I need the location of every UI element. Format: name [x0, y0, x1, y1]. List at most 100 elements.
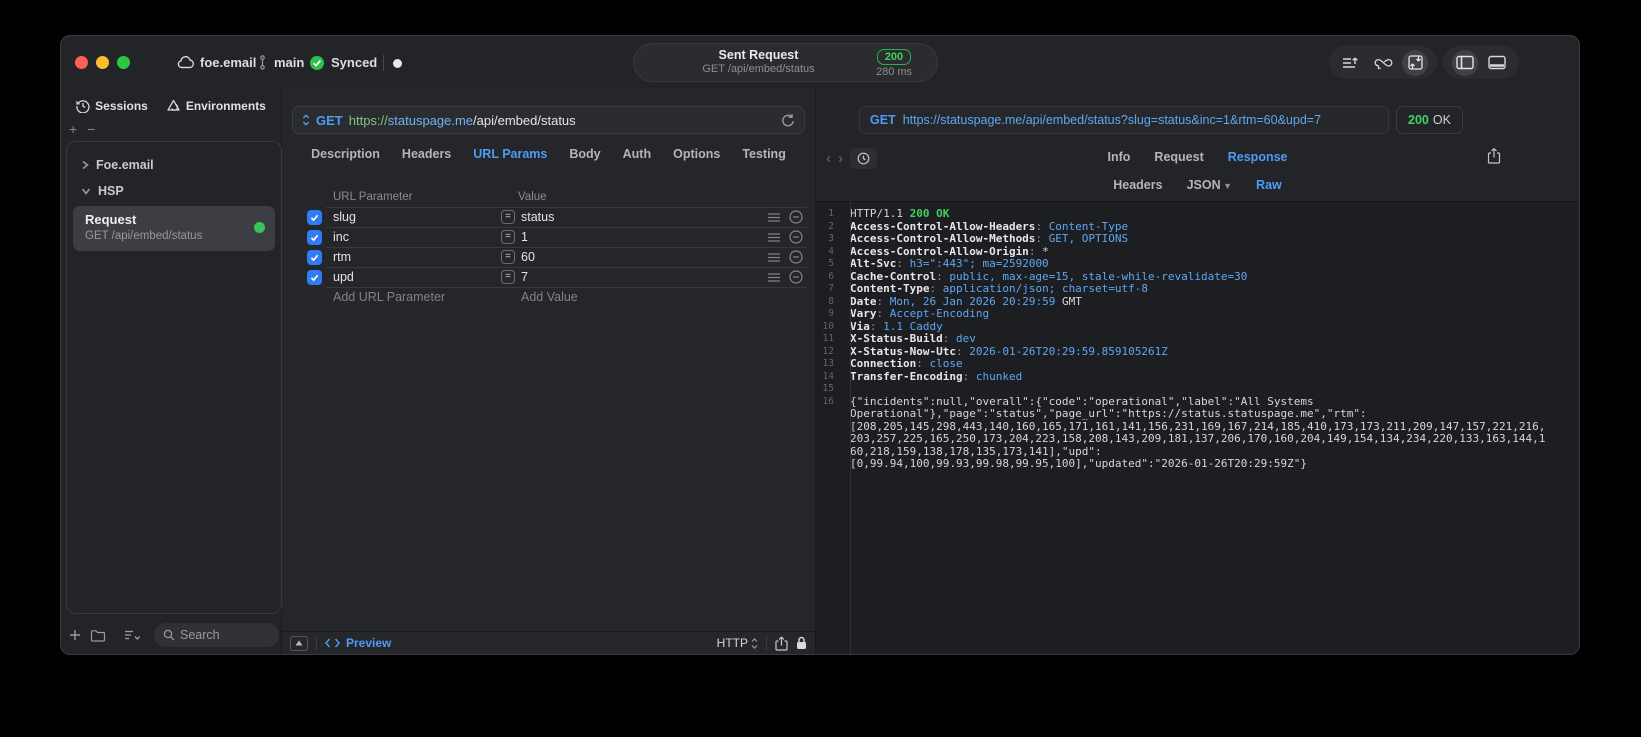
sync-loop-button[interactable]: [1370, 50, 1396, 76]
request-duration: 280 ms: [875, 66, 913, 78]
request-tab-testing[interactable]: Testing: [742, 147, 786, 161]
response-subtab-json[interactable]: JSON ▼: [1187, 178, 1232, 192]
line-number: 12: [822, 345, 834, 357]
line-number: 9: [828, 308, 834, 319]
reorder-lines-icon[interactable]: [768, 212, 780, 222]
add-request-button[interactable]: [69, 629, 81, 641]
request-tab-url-params[interactable]: URL Params: [473, 147, 547, 161]
request-tab-options[interactable]: Options: [673, 147, 720, 161]
remove-param-icon[interactable]: [789, 250, 803, 264]
tree-group-label: Foe.email: [96, 158, 154, 172]
tree-group-hsp[interactable]: HSP: [73, 178, 275, 204]
request-footer: Preview HTTP: [282, 631, 815, 654]
request-tab-description[interactable]: Description: [311, 147, 380, 161]
sort-order-dropdown[interactable]: [124, 629, 141, 641]
request-tab-headers[interactable]: Headers: [402, 147, 451, 161]
param-value[interactable]: status: [521, 210, 554, 224]
request-tab-body[interactable]: Body: [569, 147, 600, 161]
tab-environments[interactable]: Environments: [166, 99, 266, 113]
param-value[interactable]: 60: [521, 250, 535, 264]
minimize-window-button[interactable]: [96, 56, 109, 69]
toggle-left-sidebar-button[interactable]: [1452, 49, 1478, 76]
sync-status[interactable]: Synced: [309, 36, 377, 89]
response-url-bar[interactable]: GET https://statuspage.me/api/embed/stat…: [859, 106, 1389, 134]
toggle-bottom-panel-button[interactable]: [1484, 50, 1510, 76]
line-number: 15: [822, 383, 834, 394]
close-window-button[interactable]: [75, 56, 88, 69]
line-number: 4: [828, 245, 834, 257]
toolbar-group-actions: [1329, 46, 1437, 79]
tree-group-foe-email[interactable]: Foe.email: [73, 152, 275, 178]
line-number: [816, 433, 844, 446]
param-value[interactable]: 1: [521, 230, 528, 244]
cloud-icon: [177, 56, 194, 69]
request-tab-auth[interactable]: Auth: [623, 147, 651, 161]
collapse-panel-button[interactable]: [290, 635, 308, 651]
zoom-window-button[interactable]: [117, 56, 130, 69]
session-dot-icon[interactable]: [393, 59, 402, 68]
export-share-icon[interactable]: [775, 636, 788, 651]
url-path: /api/embed/status: [473, 112, 576, 128]
share-response-icon[interactable]: [1487, 147, 1501, 164]
row-divider: [326, 267, 807, 268]
line-number: [816, 446, 844, 459]
param-name[interactable]: inc: [333, 230, 349, 244]
remove-param-icon[interactable]: [789, 230, 803, 244]
synced-check-icon: [309, 55, 325, 71]
response-subtab-raw[interactable]: Raw: [1256, 178, 1282, 192]
request-method[interactable]: GET: [316, 113, 343, 128]
response-tab-response[interactable]: Response: [1228, 150, 1288, 164]
request-status-pill[interactable]: Sent Request GET /api/embed/status 200 2…: [633, 43, 938, 82]
response-body[interactable]: 1 HTTP/1.1 200 OK 2 Access-Control-Allow-He…: [816, 201, 1579, 654]
param-value[interactable]: 7: [521, 270, 528, 284]
param-enabled-checkbox[interactable]: [307, 269, 322, 285]
request-url[interactable]: https://statuspage.me/api/embed/status: [349, 113, 576, 128]
titlebar-divider: [383, 55, 384, 71]
project-menu[interactable]: foe.email: [177, 36, 256, 89]
preview-toggle[interactable]: Preview: [325, 636, 391, 650]
sidebar-search[interactable]: [154, 623, 279, 647]
app-window: foe.email main ▼ Synced Sent Request GET…: [60, 35, 1580, 655]
reorder-lines-icon[interactable]: [768, 232, 780, 242]
response-subtab-headers[interactable]: Headers: [1113, 178, 1162, 192]
response-status-code: 200: [1408, 113, 1429, 127]
line-number: 11: [822, 333, 834, 344]
protocol-selector[interactable]: HTTP: [717, 636, 758, 650]
column-value: Value: [518, 191, 547, 203]
param-enabled-checkbox[interactable]: [307, 249, 322, 265]
param-name[interactable]: rtm: [333, 250, 351, 264]
param-enabled-checkbox[interactable]: [307, 209, 322, 225]
param-row-upd: upd = 7: [282, 267, 815, 287]
add-url-parameter-field[interactable]: Add URL Parameter: [333, 290, 445, 304]
remove-param-icon[interactable]: [789, 210, 803, 224]
request-status-title: Sent Request: [718, 47, 799, 62]
resend-refresh-icon[interactable]: [781, 113, 795, 128]
sort-list-button[interactable]: [1338, 50, 1364, 76]
response-pane: GET https://statuspage.me/api/embed/stat…: [816, 89, 1579, 654]
toolbar-group-layout: [1443, 46, 1519, 79]
lock-icon[interactable]: [796, 636, 807, 650]
param-enabled-checkbox[interactable]: [307, 229, 322, 245]
response-tab-request[interactable]: Request: [1154, 150, 1203, 164]
reorder-lines-icon[interactable]: [768, 272, 780, 282]
resend-request-button[interactable]: [1402, 49, 1428, 76]
request-list-item-selected[interactable]: Request GET /api/embed/status: [73, 206, 275, 251]
line-number: 14: [822, 370, 834, 382]
remove-session-button[interactable]: −: [87, 121, 105, 137]
request-url-bar[interactable]: GET https://statuspage.me/api/embed/stat…: [292, 106, 805, 134]
tab-sessions[interactable]: Sessions: [76, 99, 148, 113]
param-name[interactable]: slug: [333, 210, 356, 224]
new-folder-button[interactable]: [90, 629, 106, 642]
main-content: Sessions Environments +− Foe.email HSP R…: [61, 89, 1579, 654]
request-tabs: Description Headers URL Params Body Auth Opti…: [282, 147, 815, 161]
method-selector-icon[interactable]: [302, 114, 310, 126]
line-number: 10: [822, 320, 834, 332]
search-input[interactable]: [180, 628, 270, 642]
param-name[interactable]: upd: [333, 270, 354, 284]
add-session-button[interactable]: +: [69, 121, 87, 137]
add-value-field[interactable]: Add Value: [521, 290, 578, 304]
response-tab-info[interactable]: Info: [1108, 150, 1131, 164]
reorder-lines-icon[interactable]: [768, 252, 780, 262]
response-line: 14 Transfer-Encoding: chunked: [816, 370, 1579, 384]
remove-param-icon[interactable]: [789, 270, 803, 284]
